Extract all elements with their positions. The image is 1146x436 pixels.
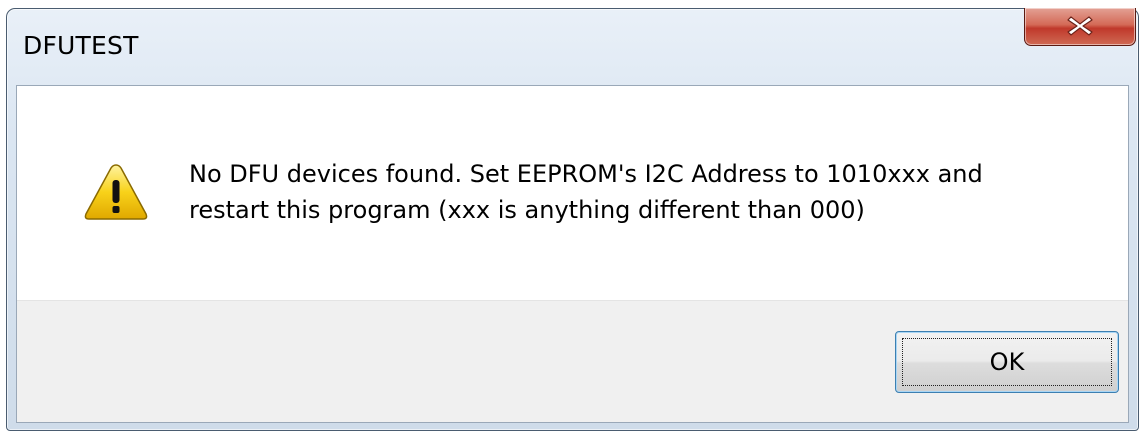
message-text: No DFU devices found. Set EEPROM's I2C A… <box>189 156 983 228</box>
window-title: DFUTEST <box>23 31 139 60</box>
close-button[interactable] <box>1024 8 1136 46</box>
message-dialog: DFUTEST No DFU devices found. Set EEPROM… <box>6 8 1139 431</box>
close-icon <box>1067 15 1093 36</box>
message-line-1: No DFU devices found. Set EEPROM's I2C A… <box>189 160 983 188</box>
ok-button[interactable]: OK <box>895 331 1119 393</box>
title-bar[interactable]: DFUTEST <box>7 8 1138 85</box>
dialog-content: No DFU devices found. Set EEPROM's I2C A… <box>16 85 1129 423</box>
message-area: No DFU devices found. Set EEPROM's I2C A… <box>17 86 1128 300</box>
ok-button-label: OK <box>989 348 1025 376</box>
warning-icon <box>84 164 148 220</box>
message-line-2: restart this program (xxx is anything di… <box>189 196 865 224</box>
button-bar: OK <box>17 300 1128 422</box>
